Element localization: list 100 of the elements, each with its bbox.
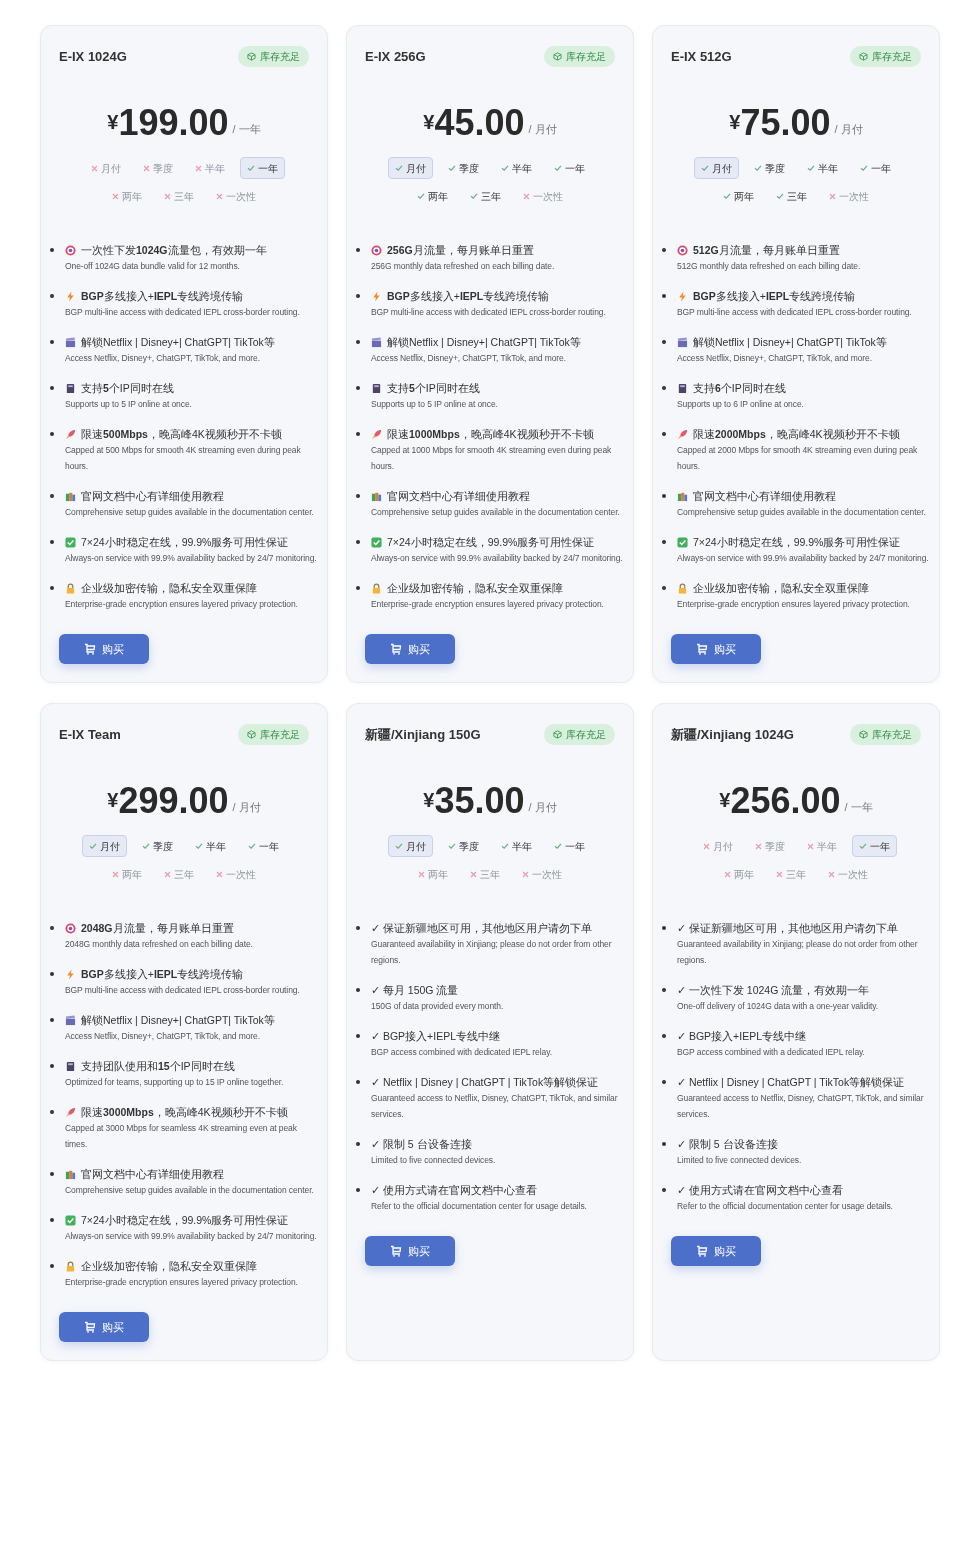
check-icon: [860, 164, 868, 172]
billing-period-option[interactable]: 两年: [716, 185, 761, 207]
feature-description: BGP multi-line access with dedicated IEPL cross-border routing.: [677, 306, 912, 319]
notebook-icon: [65, 383, 76, 394]
billing-period-option[interactable]: 月付: [82, 835, 127, 857]
billing-period-option[interactable]: 两年: [717, 863, 761, 885]
feature-title: 解锁Netflix | Disney+| ChatGPT| TikTok等: [81, 335, 275, 350]
price-period: / 一年: [844, 799, 873, 815]
clapperboard-icon: [677, 337, 688, 348]
notebook-icon: [65, 1061, 76, 1072]
check-icon: [246, 164, 255, 172]
notebook-icon: [677, 383, 688, 394]
feature-title: BGP多线接入+IEPL专线跨境传输: [81, 289, 244, 304]
billing-period-option[interactable]: 两年: [105, 863, 149, 885]
target-icon: [371, 245, 382, 256]
feature-title: ✓ 限制 5 台设备连接: [371, 1137, 472, 1152]
billing-period-option[interactable]: 半年: [187, 157, 232, 179]
billing-period-option[interactable]: 月付: [388, 835, 433, 857]
feature-title: 官网文档中心有详细使用教程: [387, 489, 530, 504]
billing-period-option[interactable]: 三年: [463, 863, 507, 885]
cart-icon: [696, 643, 708, 655]
billing-period-option[interactable]: 一年: [239, 157, 285, 179]
feature-title: ✓ 使用方式请在官网文档中心查看: [677, 1183, 843, 1198]
billing-period-option[interactable]: 季度: [441, 157, 486, 179]
check-icon: [448, 164, 456, 172]
billing-period-option[interactable]: 一年: [547, 157, 592, 179]
feature-title: ✓ BGP接入+IEPL专线中继: [371, 1029, 500, 1044]
billing-period-option[interactable]: 三年: [157, 185, 201, 207]
billing-period-option[interactable]: 一年: [547, 835, 592, 857]
check-icon: [723, 192, 731, 200]
feature-description: Supports up to 6 IP online at once.: [677, 398, 804, 411]
check-icon: [807, 164, 815, 172]
feature-title: ✓ 保证新疆地区可用，其他地区用户请勿下单: [371, 921, 592, 936]
cart-icon: [696, 1245, 708, 1257]
feature-title: 支持5个IP同时在线: [387, 381, 480, 396]
billing-period-option[interactable]: 季度: [441, 835, 486, 857]
feature-description: One-off 1024G data bundle valid for 12 months.: [65, 260, 241, 273]
buy-button[interactable]: 购买: [365, 634, 455, 664]
feature-title: ✓ 每月 150G 流量: [371, 983, 459, 998]
billing-period-option[interactable]: 三年: [769, 863, 813, 885]
billing-period-option[interactable]: 季度: [135, 157, 180, 179]
cross-icon: [702, 842, 710, 850]
billing-period-option[interactable]: 一年: [851, 835, 897, 857]
feature-title: 限速1000Mbps，晚高峰4K视频秒开不卡顿: [387, 427, 594, 442]
buy-button[interactable]: 购买: [59, 1312, 149, 1342]
feature-description: 256G monthly data refreshed on each billing date.: [371, 260, 555, 273]
billing-period-option[interactable]: 三年: [769, 185, 814, 207]
billing-period-option[interactable]: 半年: [494, 157, 539, 179]
cross-icon: [142, 164, 150, 172]
billing-period-option[interactable]: 一年: [241, 835, 286, 857]
clapperboard-icon: [65, 1015, 76, 1026]
feature-description: BGP multi-line access with dedicated IEPL cross-border routing.: [371, 306, 606, 319]
currency-symbol: ¥: [107, 111, 119, 133]
billing-period-option[interactable]: 三年: [157, 863, 201, 885]
billing-period-option[interactable]: 季度: [135, 835, 180, 857]
feature-title: 限速500Mbps，晚高峰4K视频秒开不卡顿: [81, 427, 282, 442]
billing-period-option[interactable]: 两年: [410, 185, 455, 207]
billing-period-option[interactable]: 一年: [853, 157, 898, 179]
billing-period-option[interactable]: 半年: [799, 835, 844, 857]
billing-period-option[interactable]: 三年: [463, 185, 508, 207]
cross-icon: [523, 192, 530, 200]
price-period: / 月付: [834, 121, 863, 137]
price: 256.00: [730, 781, 841, 821]
cross-icon: [164, 192, 171, 200]
price: 45.00: [434, 103, 525, 143]
feature-description: Always-on service with 99.9% availability backed by 24/7 monitoring.: [677, 552, 929, 565]
billing-period-option[interactable]: 月付: [388, 157, 433, 179]
check-icon: [448, 842, 456, 850]
billing-period-option[interactable]: 两年: [411, 863, 455, 885]
buy-button[interactable]: 购买: [671, 1236, 761, 1266]
price: 299.00: [118, 781, 229, 821]
billing-period-option[interactable]: 半年: [188, 835, 233, 857]
feature-description: Enterprise-grade encryption ensures layered privacy protection.: [371, 598, 604, 611]
feature-title: 支持5个IP同时在线: [81, 381, 174, 396]
feature-description: Refer to the official documentation center for usage details.: [371, 1200, 587, 1213]
feature-title: BGP多线接入+IEPL专线跨境传输: [387, 289, 550, 304]
billing-period-option[interactable]: 月付: [83, 157, 128, 179]
cross-icon: [418, 870, 425, 878]
billing-period-option[interactable]: 半年: [494, 835, 539, 857]
price: 35.00: [434, 781, 525, 821]
billing-period-option[interactable]: 月付: [694, 157, 739, 179]
billing-period-option[interactable]: 半年: [800, 157, 845, 179]
feature-description: Limited to five connected devices.: [371, 1154, 496, 1167]
feature-description: Limited to five connected devices.: [677, 1154, 802, 1167]
buy-button[interactable]: 购买: [365, 1236, 455, 1266]
feature-description: Guaranteed availability in Xinjiang; please do not order from other regions.: [371, 938, 613, 967]
buy-button[interactable]: 购买: [671, 634, 761, 664]
billing-period-option[interactable]: 月付: [695, 835, 740, 857]
feature-description: Guaranteed access to Netflix, Disney, ChatGPT, TikTok, and similar services.: [677, 1092, 925, 1121]
cart-icon: [390, 643, 402, 655]
price: 75.00: [740, 103, 831, 143]
feature-description: Guaranteed access to Netflix, Disney, ChatGPT, TikTok, and similar services.: [371, 1092, 619, 1121]
billing-period-option[interactable]: 两年: [105, 185, 149, 207]
billing-period-option[interactable]: 季度: [747, 835, 792, 857]
buy-button[interactable]: 购买: [59, 634, 149, 664]
billing-period-option[interactable]: 季度: [747, 157, 792, 179]
lock-icon: [65, 583, 76, 594]
cross-icon: [90, 164, 98, 172]
checkbox-icon: [371, 537, 382, 548]
feature-title: ✓ 使用方式请在官网文档中心查看: [371, 1183, 537, 1198]
